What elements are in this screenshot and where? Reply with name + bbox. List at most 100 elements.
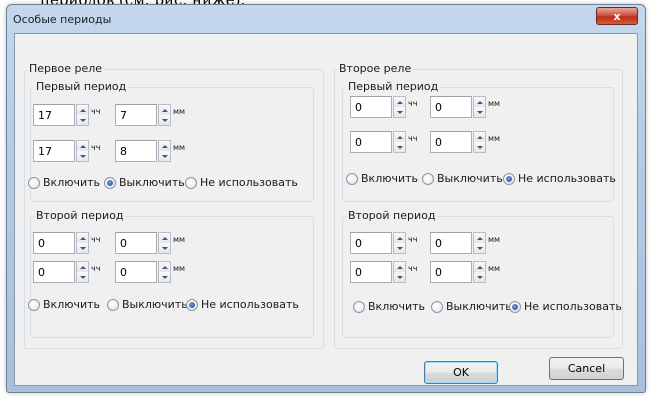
minutes-spinner[interactable] <box>473 261 486 283</box>
spin-down-icon[interactable] <box>474 107 485 117</box>
minutes-spinner[interactable] <box>158 232 171 254</box>
hours-spinner[interactable] <box>76 104 89 126</box>
hours-unit-label: чч <box>91 264 101 273</box>
radio-circle-icon <box>28 176 40 189</box>
radio-enable[interactable]: Включить <box>346 172 418 185</box>
hours-input[interactable]: 0 <box>33 261 75 283</box>
hours-spinner[interactable] <box>76 261 89 283</box>
hours-spinner[interactable] <box>76 232 89 254</box>
cancel-button[interactable]: Cancel <box>549 357 624 380</box>
close-icon: x <box>613 9 621 23</box>
radio-disable[interactable]: Выключить <box>107 298 188 311</box>
radio-not-used[interactable]: Не использовать <box>509 300 622 313</box>
hours-unit-label: чч <box>91 107 101 116</box>
minutes-unit-label: мм <box>488 134 501 143</box>
minutes-spinner[interactable] <box>473 232 486 254</box>
mode-radio-group: Включить Выключить Не использовать <box>353 300 622 314</box>
relay-1-label: Первое реле <box>27 62 105 75</box>
period-label: Второй период <box>34 209 126 222</box>
minutes-input[interactable]: 8 <box>115 140 157 162</box>
radio-not-used[interactable]: Не использовать <box>503 172 616 185</box>
hours-unit-label: чч <box>408 235 418 244</box>
spin-down-icon[interactable] <box>77 272 88 282</box>
hours-input[interactable]: 0 <box>350 131 392 153</box>
spin-down-icon[interactable] <box>394 272 405 282</box>
radio-disable[interactable]: Выключить <box>104 176 185 189</box>
spin-down-icon[interactable] <box>394 142 405 152</box>
period-label: Первый период <box>346 80 441 93</box>
hours-spinner[interactable] <box>393 96 406 118</box>
radio-disable[interactable]: Выключить <box>422 172 503 185</box>
relay-2-group: Второе реле Первый период 0 чч 0 мм 0 чч… <box>334 62 623 349</box>
hours-unit-label: чч <box>408 99 418 108</box>
radio-selected-icon <box>186 298 198 311</box>
hours-input[interactable]: 17 <box>33 140 75 162</box>
hours-input[interactable]: 0 <box>33 232 75 254</box>
minutes-unit-label: мм <box>173 264 186 273</box>
minutes-unit-label: мм <box>488 99 501 108</box>
minutes-input[interactable]: 0 <box>430 131 472 153</box>
minutes-spinner[interactable] <box>473 96 486 118</box>
radio-enable[interactable]: Включить <box>28 176 100 189</box>
radio-not-used[interactable]: Не использовать <box>185 176 298 189</box>
minutes-unit-label: мм <box>173 143 186 152</box>
hours-input[interactable]: 0 <box>350 96 392 118</box>
ok-button[interactable]: OK <box>424 361 498 384</box>
window-title: Особые периоды <box>13 13 112 26</box>
relay-1-period-2: Второй период 0 чч 0 мм 0 чч 0 мм Включи… <box>28 209 314 338</box>
radio-disable[interactable]: Выключить <box>431 300 512 313</box>
radio-circle-icon <box>346 172 358 185</box>
minutes-spinner[interactable] <box>158 140 171 162</box>
hours-spinner[interactable] <box>393 131 406 153</box>
hours-input[interactable]: 0 <box>350 261 392 283</box>
minutes-input[interactable]: 0 <box>430 96 472 118</box>
spin-down-icon[interactable] <box>77 115 88 125</box>
minutes-spinner[interactable] <box>158 104 171 126</box>
hours-input[interactable]: 17 <box>33 104 75 126</box>
radio-enable[interactable]: Включить <box>353 300 425 313</box>
spin-down-icon[interactable] <box>159 272 170 282</box>
spin-down-icon[interactable] <box>474 272 485 282</box>
radio-not-used[interactable]: Не использовать <box>186 298 299 311</box>
period-label: Первый период <box>34 80 129 93</box>
minutes-input[interactable]: 0 <box>115 261 157 283</box>
spin-down-icon[interactable] <box>474 243 485 253</box>
radio-circle-icon <box>422 172 434 185</box>
spin-down-icon[interactable] <box>77 243 88 253</box>
hours-spinner[interactable] <box>393 261 406 283</box>
minutes-input[interactable]: 0 <box>430 232 472 254</box>
spin-down-icon[interactable] <box>159 151 170 161</box>
hours-input[interactable]: 0 <box>350 232 392 254</box>
radio-circle-icon <box>185 176 197 189</box>
spin-down-icon[interactable] <box>159 243 170 253</box>
relay-1-group: Первое реле Первый период 17 чч 7 мм 17 … <box>24 62 324 349</box>
minutes-spinner[interactable] <box>473 131 486 153</box>
period-label: Второй период <box>346 209 438 222</box>
hours-spinner[interactable] <box>393 232 406 254</box>
minutes-unit-label: мм <box>173 235 186 244</box>
minutes-unit-label: мм <box>488 264 501 273</box>
mode-radio-group: Включить Выключить Не использовать <box>28 298 314 312</box>
dialog-window: Особые периоды x Первое реле Первый пери… <box>6 4 646 393</box>
radio-enable[interactable]: Включить <box>28 298 100 311</box>
minutes-unit-label: мм <box>488 235 501 244</box>
minutes-input[interactable]: 0 <box>430 261 472 283</box>
hours-spinner[interactable] <box>76 140 89 162</box>
radio-circle-icon <box>28 298 40 311</box>
spin-down-icon[interactable] <box>394 107 405 117</box>
minutes-spinner[interactable] <box>158 261 171 283</box>
relay-2-period-1: Первый период 0 чч 0 мм 0 чч 0 мм Включи… <box>342 80 616 202</box>
minutes-input[interactable]: 0 <box>115 232 157 254</box>
minutes-unit-label: мм <box>173 107 186 116</box>
hours-unit-label: чч <box>408 134 418 143</box>
minutes-input[interactable]: 7 <box>115 104 157 126</box>
radio-circle-icon <box>107 298 119 311</box>
spin-down-icon[interactable] <box>77 151 88 161</box>
spin-down-icon[interactable] <box>159 115 170 125</box>
spin-down-icon[interactable] <box>474 142 485 152</box>
dialog-client-area: Первое реле Первый период 17 чч 7 мм 17 … <box>14 33 638 386</box>
spin-down-icon[interactable] <box>394 243 405 253</box>
mode-radio-group: Включить Выключить Не использовать <box>28 176 314 190</box>
mode-radio-group: Включить Выключить Не использовать <box>346 172 616 186</box>
close-button[interactable]: x <box>596 7 638 25</box>
